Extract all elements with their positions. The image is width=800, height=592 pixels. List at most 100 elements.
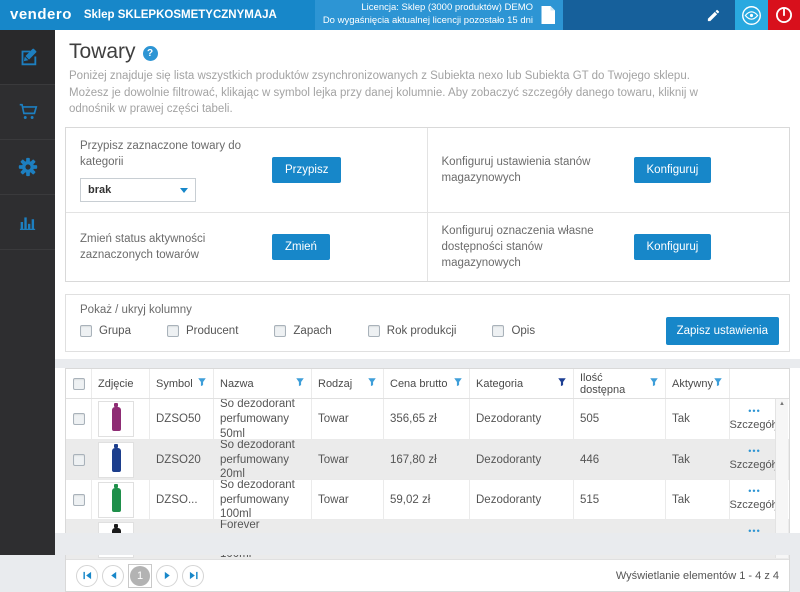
header-label: Symbol [156, 378, 193, 390]
checkbox-label: Zapach [293, 325, 331, 337]
stock-settings-section: Konfiguruj ustawienia stanów magazynowyc… [428, 128, 790, 213]
license-text: Licencja: Sklep (3000 produktów) DEMO Do… [323, 2, 533, 28]
prev-page-icon [109, 571, 118, 580]
checkbox-grupa[interactable] [80, 325, 92, 337]
checkbox-rok-produkcji[interactable] [368, 325, 380, 337]
next-page-button[interactable] [156, 565, 178, 587]
checkbox-zapach[interactable] [274, 325, 286, 337]
cell-active: Tak [666, 480, 730, 519]
edit-pencil-icon[interactable] [706, 8, 721, 23]
header-cena-brutto: Cena brutto [384, 369, 470, 398]
license-info: Licencja: Sklep (3000 produktów) DEMO Do… [315, 0, 563, 30]
availability-section: Konfiguruj oznaczenia własne dostępności… [428, 213, 790, 281]
header-zdjecie: Zdjęcie [92, 369, 150, 398]
filter-funnel-icon-active[interactable] [557, 377, 567, 390]
page-header: Towary ? [69, 40, 800, 64]
page-footer-background [55, 533, 800, 555]
more-options-button[interactable]: ••• [748, 407, 760, 416]
product-image [98, 442, 134, 478]
checkbox-producent[interactable] [167, 325, 179, 337]
current-page-button[interactable]: 1 [128, 564, 152, 588]
first-page-button[interactable] [76, 565, 98, 587]
checkbox-label: Opis [511, 325, 535, 337]
cell-price: 356,65 zł [384, 399, 470, 439]
cell-active: Tak [666, 440, 730, 479]
row-checkbox[interactable] [73, 413, 85, 425]
filter-funnel-icon[interactable] [295, 377, 305, 390]
license-line2: Do wygaśnięcia aktualnej licencji pozost… [323, 15, 533, 28]
pagination-bar: 1 Wyświetlanie elementów 1 - 4 z 4 [66, 559, 789, 591]
header-label: Rodzaj [318, 378, 352, 390]
cell-type: Towar [312, 480, 384, 519]
filter-funnel-icon[interactable] [367, 377, 377, 390]
assign-button[interactable]: Przypisz [272, 157, 341, 183]
cell-name: So dezodorant perfumowany 50ml [214, 399, 312, 439]
column-toggle-opis[interactable]: Opis [492, 325, 535, 337]
current-page-number: 1 [130, 566, 150, 586]
logout-button[interactable] [768, 0, 800, 30]
document-icon[interactable] [540, 6, 555, 24]
cell-symbol: DZSO50 [150, 399, 214, 439]
main-content: Towary ? Poniżej znajduje się lista wszy… [55, 30, 800, 555]
sidebar-item-statistics[interactable] [0, 195, 55, 250]
stock-configure-button[interactable]: Konfiguruj [634, 157, 712, 183]
row-checkbox[interactable] [73, 494, 85, 506]
checkbox-opis[interactable] [492, 325, 504, 337]
header-kategoria: Kategoria [470, 369, 574, 398]
header-toolbar [563, 0, 735, 30]
sidebar-item-settings[interactable] [0, 140, 55, 195]
checkbox-label: Producent [186, 325, 238, 337]
section-divider [55, 359, 800, 368]
prev-page-button[interactable] [102, 565, 124, 587]
category-select[interactable]: brak [80, 178, 196, 202]
top-header: vendero Sklep SKLEPKOSMETYCZNYMAJA Licen… [0, 0, 800, 30]
details-link[interactable]: Szczegóły [730, 498, 780, 512]
preview-shop-button[interactable] [735, 0, 768, 30]
category-select-value: brak [88, 184, 111, 196]
stock-settings-label: Konfiguruj ustawienia stanów magazynowyc… [442, 154, 620, 186]
bottle-shape [112, 448, 121, 472]
more-options-button[interactable]: ••• [748, 487, 760, 496]
filter-funnel-icon[interactable] [713, 377, 723, 390]
bottle-shape [112, 407, 121, 431]
filter-funnel-icon[interactable] [453, 377, 463, 390]
save-settings-button[interactable]: Zapisz ustawienia [666, 317, 779, 345]
cell-stock: 446 [574, 440, 666, 479]
cell-stock: 505 [574, 399, 666, 439]
details-link[interactable]: Szczegóły [730, 458, 780, 472]
row-checkbox[interactable] [73, 454, 85, 466]
cell-category: Dezodoranty [470, 480, 574, 519]
availability-label: Konfiguruj oznaczenia własne dostępności… [442, 223, 620, 271]
sidebar-item-products[interactable] [0, 30, 55, 85]
status-change-button[interactable]: Zmień [272, 234, 330, 260]
more-options-button[interactable]: ••• [748, 447, 760, 456]
last-page-button[interactable] [182, 565, 204, 587]
bulk-actions-panel: Przypisz zaznaczone towary do kategorii … [65, 127, 790, 282]
column-toggle-zapach[interactable]: Zapach [274, 325, 331, 337]
vendero-logo[interactable]: vendero [0, 0, 84, 30]
availability-configure-button[interactable]: Konfiguruj [634, 234, 712, 260]
products-table: Zdjęcie Symbol Nazwa Rodzaj Cena brutto … [65, 368, 790, 592]
last-page-icon [189, 571, 198, 580]
select-all-checkbox[interactable] [73, 378, 85, 390]
header-label: Kategoria [476, 378, 523, 390]
help-icon[interactable]: ? [143, 46, 158, 61]
column-toggle-rok-produkcji[interactable]: Rok produkcji [368, 325, 457, 337]
scroll-up-icon[interactable]: ▲ [776, 401, 788, 407]
eye-icon [741, 5, 762, 26]
details-link[interactable]: Szczegóły [730, 418, 780, 432]
column-toggle-grupa[interactable]: Grupa [80, 325, 131, 337]
assign-category-label: Przypisz zaznaczone towary do kategorii [80, 138, 258, 170]
header-aktywny: Aktywny [666, 369, 730, 398]
table-row: DZSO50 So dezodorant perfumowany 50ml To… [66, 399, 789, 439]
bar-chart-icon [17, 211, 39, 233]
cell-name: So dezodorant perfumowany 100ml [214, 480, 312, 519]
column-toggle-producent[interactable]: Producent [167, 325, 238, 337]
filter-funnel-icon[interactable] [649, 377, 659, 390]
first-page-icon [83, 571, 92, 580]
filter-funnel-icon[interactable] [197, 377, 207, 390]
cell-category: Dezodoranty [470, 399, 574, 439]
license-line1: Licencja: Sklep (3000 produktów) DEMO [323, 2, 533, 15]
checkbox-label: Rok produkcji [387, 325, 457, 337]
sidebar-item-orders[interactable] [0, 85, 55, 140]
